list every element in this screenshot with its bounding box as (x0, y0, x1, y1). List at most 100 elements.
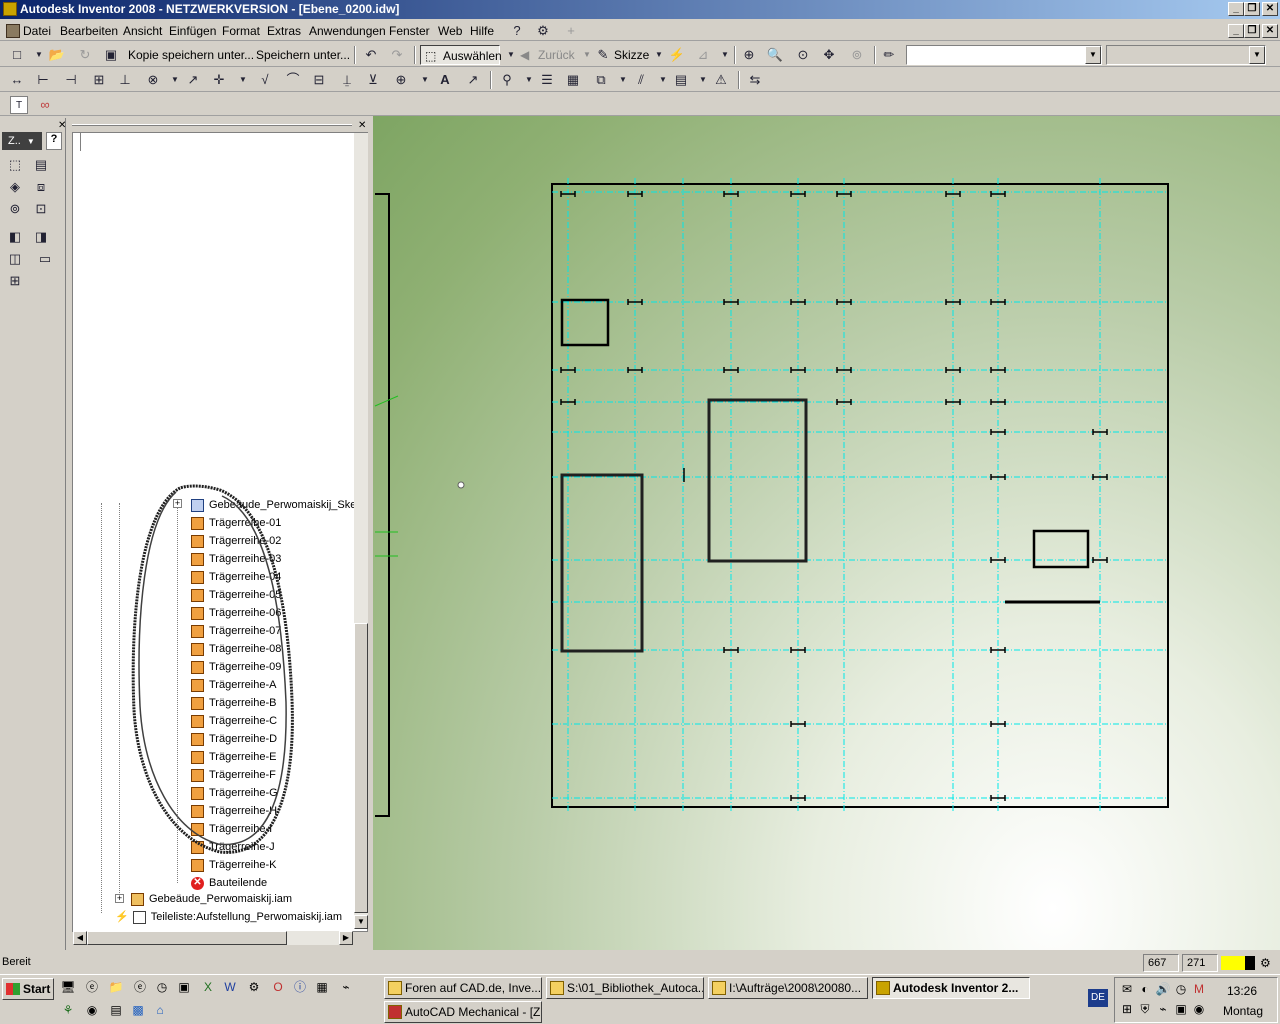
assembly-file-item[interactable]: Gebeäude_Perwomaiskij.iam (131, 891, 292, 907)
taskbar-window-autocad[interactable]: AutoCAD Mechanical - [Z... (384, 1001, 542, 1023)
base-view-icon[interactable]: ⬚ (6, 156, 24, 174)
text-tool-icon[interactable]: T (10, 96, 28, 114)
measure-dropdown-icon[interactable]: ▼ (716, 46, 734, 64)
doc-restore-button[interactable]: ❐ (1244, 24, 1260, 38)
ordinate-dimension-icon[interactable]: ⊣ (62, 71, 80, 89)
quicklaunch-excel-icon[interactable]: X (200, 979, 216, 995)
tray-usb-icon[interactable]: ⌁ (1155, 1001, 1171, 1017)
menu-format[interactable]: Format (222, 24, 260, 38)
save-copy-as-button[interactable]: Kopie speichern unter... (128, 48, 254, 62)
zoom-selected-icon[interactable]: ⊚ (848, 46, 866, 64)
quicklaunch-net-icon[interactable]: ▩ (130, 1002, 146, 1018)
start-button[interactable]: Start (2, 978, 54, 1000)
style-icon[interactable]: ✏ (880, 46, 898, 64)
browser-grip[interactable] (72, 124, 352, 126)
select-button[interactable]: ⬚ Auswählen (420, 45, 502, 65)
back-button[interactable]: Zurück (538, 48, 575, 62)
menu-datei[interactable]: Datei (23, 24, 51, 38)
menu-einfuegen[interactable]: Einfügen (169, 24, 216, 38)
new-dropdown-icon[interactable]: ▼ (30, 46, 48, 64)
projected-view-icon[interactable]: ▤ (32, 156, 50, 174)
update-icon[interactable]: ⚡ (668, 46, 686, 64)
retrieve-dimensions-icon[interactable]: ⇆ (746, 71, 764, 89)
caterpillar-icon[interactable]: ⧉ (592, 71, 610, 89)
crop-icon[interactable]: ◫ (6, 250, 24, 268)
dropdown-icon[interactable]: ▼ (520, 71, 538, 89)
tray-volume-icon[interactable]: 🔊 (1155, 981, 1171, 997)
break-out-icon[interactable]: ◧ (6, 228, 24, 246)
zoom-window-icon[interactable]: 🔍 (766, 46, 784, 64)
quicklaunch-tool-icon[interactable]: ⌁ (338, 979, 354, 995)
panel-close-icon[interactable]: ✕ (58, 120, 66, 131)
menu-web[interactable]: Web (438, 24, 462, 38)
chain-dimension-icon[interactable]: ⊥ (116, 71, 134, 89)
sketch-dropdown-icon[interactable]: ▼ (650, 46, 668, 64)
quicklaunch-ie-icon[interactable]: ⓔ (84, 979, 100, 995)
tray-network-icon[interactable]: ⊞ (1119, 1001, 1135, 1017)
sketch-icon[interactable]: ✎ (594, 46, 612, 64)
zoom-all-icon[interactable]: ⊕ (740, 46, 758, 64)
minimize-button[interactable]: _ (1228, 2, 1244, 16)
measure-icon[interactable]: ⊿ (694, 46, 712, 64)
help-icon[interactable]: ? (508, 22, 526, 40)
baseline-dimension-icon[interactable]: ⊢ (34, 71, 52, 89)
taskbar-window-forum[interactable]: Foren auf CAD.de, Inve... (384, 977, 542, 999)
tray-display-icon[interactable]: ▣ (1173, 1001, 1189, 1017)
select-dropdown-icon[interactable]: ▼ (502, 46, 520, 64)
pan-icon[interactable]: ✥ (820, 46, 838, 64)
zoom-icon[interactable]: ⊙ (794, 46, 812, 64)
surface-texture-icon[interactable]: √ (256, 71, 274, 89)
add-icon[interactable]: + (562, 22, 580, 40)
parts-list-item[interactable]: ⚡ Teileliste:Aufstellung_Perwomaiskij.iam (115, 909, 342, 925)
save-icon[interactable]: ▣ (102, 46, 120, 64)
quicklaunch-tree-icon[interactable]: ⚘ (60, 1002, 76, 1018)
doc-minimize-button[interactable]: _ (1228, 24, 1244, 38)
leader-icon[interactable]: ↗ (184, 71, 202, 89)
expand-icon[interactable]: + (115, 894, 124, 903)
quicklaunch-folder-icon[interactable]: 📁 (108, 979, 124, 995)
feature-control-frame-icon[interactable]: ⊟ (310, 71, 328, 89)
datum-icon[interactable]: ⊕ (392, 71, 410, 89)
browser-close-icon[interactable]: ✕ (358, 120, 366, 131)
revision-table-icon[interactable]: ▦ (564, 71, 582, 89)
menu-bearbeiten[interactable]: Bearbeiten (60, 24, 118, 38)
quicklaunch-home-icon[interactable]: ⌂ (152, 1002, 168, 1018)
clock-time[interactable]: 13:26 (1227, 984, 1257, 998)
drawing-sheet[interactable] (373, 116, 1280, 950)
menu-ansicht[interactable]: Ansicht (123, 24, 162, 38)
quicklaunch-clock-icon[interactable]: ◷ (154, 979, 170, 995)
hole-table-icon[interactable]: ⊞ (90, 71, 108, 89)
general-dimension-icon[interactable]: ↔ (8, 71, 26, 89)
maximize-button[interactable]: ❐ (1244, 2, 1260, 16)
scroll-left-icon[interactable]: ◀ (73, 931, 87, 945)
quicklaunch-browser-icon[interactable]: ⓔ (132, 979, 148, 995)
quicklaunch-settings-icon[interactable]: ⚙ (246, 979, 262, 995)
text-icon[interactable]: A (436, 71, 454, 89)
sketch-button[interactable]: Skizze (614, 48, 649, 62)
doc-close-button[interactable]: ✕ (1262, 24, 1278, 38)
tray-app-icon[interactable]: M (1191, 981, 1207, 997)
dropdown-icon[interactable]: ▼ (614, 71, 632, 89)
dropdown-icon[interactable]: ▼ (654, 71, 672, 89)
quicklaunch-word-icon[interactable]: W (222, 979, 238, 995)
tray-security-icon[interactable]: ⛨ (1137, 1001, 1153, 1017)
resize-grip-icon[interactable]: ⚙ (1260, 956, 1271, 970)
tray-update-icon[interactable]: ◐ (1137, 981, 1153, 997)
auxiliary-view-icon[interactable]: ◈ (6, 178, 24, 196)
overlay-view-icon[interactable]: ⊞ (6, 272, 24, 290)
datum-identifier-icon[interactable]: ⍊ (338, 71, 356, 89)
hole-note-icon[interactable]: ⊗ (144, 71, 162, 89)
menu-fenster[interactable]: Fenster (389, 24, 430, 38)
chevron-down-icon[interactable]: ▼ (1085, 46, 1101, 64)
language-indicator[interactable]: DE (1088, 989, 1108, 1007)
broken-view-icon[interactable]: ⊡ (32, 200, 50, 218)
panel-help-icon[interactable]: ? (46, 132, 62, 150)
quicklaunch-calc-icon[interactable]: ▦ (314, 979, 330, 995)
scroll-thumb[interactable] (354, 623, 368, 913)
chevron-down-icon[interactable]: ▼ (1249, 46, 1265, 64)
centerline-icon[interactable]: ✛ (210, 71, 228, 89)
quicklaunch-image-icon[interactable]: ▣ (176, 979, 192, 995)
redo-icon[interactable]: ↷ (388, 46, 406, 64)
save-as-button[interactable]: Speichern unter... (256, 48, 350, 62)
hscroll-thumb[interactable] (87, 931, 287, 945)
